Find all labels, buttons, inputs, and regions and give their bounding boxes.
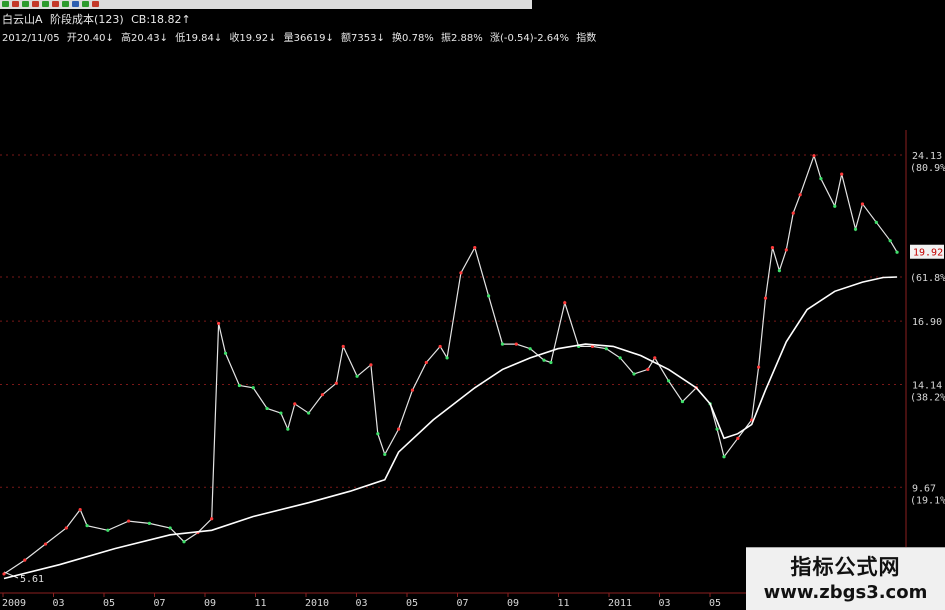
watermark-title: 指标公式网 <box>790 555 901 579</box>
close-price-point <box>542 358 546 362</box>
close-price-point <box>438 344 442 349</box>
close-price-point <box>64 526 68 530</box>
close-price-point <box>777 268 781 273</box>
close-price-point <box>279 411 283 415</box>
date-tick-label: 05 <box>406 598 418 609</box>
close-price-point <box>320 393 325 397</box>
close-price-point <box>888 239 892 243</box>
close-price-point <box>147 521 151 525</box>
close-price-point <box>473 246 477 250</box>
close-price-point <box>853 227 858 231</box>
close-price-point <box>722 455 726 459</box>
close-price-point <box>895 250 899 254</box>
date-tick-label: 2009 <box>2 598 26 609</box>
close-price-point <box>397 427 401 431</box>
close-price-point <box>85 524 89 528</box>
close-price-point <box>383 452 387 457</box>
close-price-point <box>874 220 878 224</box>
close-price-point <box>653 356 657 360</box>
date-tick-label: 03 <box>53 598 65 609</box>
close-price-point <box>798 193 802 197</box>
watermark: 指标公式网 www.zbgs3.com <box>746 547 945 610</box>
price-tick-label: 14.14 <box>912 381 942 392</box>
close-price-point <box>604 347 608 351</box>
close-price-point <box>833 204 837 208</box>
close-price-point <box>106 528 110 532</box>
close-price-point <box>334 381 338 385</box>
date-tick-label: 05 <box>709 598 721 609</box>
date-tick-label: 09 <box>204 598 216 609</box>
price-tick-label: 16.90 <box>912 317 942 328</box>
close-price-point <box>168 526 172 530</box>
close-price-point <box>2 572 6 576</box>
close-price-point <box>307 411 311 415</box>
close-price-point <box>487 294 491 298</box>
close-price-point <box>293 402 297 406</box>
date-tick-label: 09 <box>507 598 519 609</box>
close-price-point <box>127 519 131 523</box>
date-tick-label: 11 <box>255 598 267 609</box>
close-price-point <box>251 386 255 390</box>
date-tick-label: 2011 <box>608 598 632 609</box>
close-price-point <box>445 356 449 360</box>
close-price-point <box>549 360 553 365</box>
close-price-point <box>237 383 241 388</box>
close-price-point <box>784 248 788 252</box>
date-tick-label: 03 <box>659 598 671 609</box>
close-price-point <box>223 351 228 355</box>
date-tick-label: 07 <box>457 598 469 609</box>
close-price-point <box>819 177 823 181</box>
close-price-point <box>369 363 373 367</box>
close-price-point <box>632 372 636 376</box>
close-price-point <box>43 542 48 546</box>
close-price-point <box>618 356 622 360</box>
price-pct-label: (19.1%) <box>910 495 945 506</box>
close-price-point <box>715 427 719 431</box>
price-pct-label: (80.9%) <box>910 163 945 174</box>
close-price-point <box>757 365 761 369</box>
close-price-point <box>563 301 567 305</box>
close-price-point <box>812 154 816 158</box>
watermark-url: www.zbgs3.com <box>763 582 928 603</box>
close-price-point <box>736 436 740 440</box>
close-price-point <box>355 374 359 378</box>
close-price-point <box>182 540 186 544</box>
close-price-line <box>3 153 898 575</box>
close-price-point <box>341 344 345 349</box>
close-price-point <box>23 558 27 562</box>
close-price-point <box>514 342 518 346</box>
close-price-point <box>770 246 775 250</box>
close-price-point <box>646 367 650 371</box>
date-tick-label: 07 <box>154 598 166 609</box>
low-price-marker: 5.61 <box>20 574 44 585</box>
close-price-point <box>680 399 685 404</box>
price-tick-label: 24.13 <box>912 151 942 162</box>
close-price-point <box>528 347 532 351</box>
close-price-point <box>840 172 844 176</box>
close-price-point <box>210 517 214 521</box>
price-pct-label: (38.2%) <box>910 393 945 404</box>
price-pct-label: (61.8%) <box>910 273 945 284</box>
date-tick-label: 05 <box>103 598 115 609</box>
close-price-point <box>78 507 82 512</box>
close-price-point <box>791 211 795 215</box>
close-price-point <box>860 202 865 206</box>
price-tick-label: 9.67 <box>912 483 936 494</box>
close-price-point <box>667 379 671 383</box>
close-price-point <box>410 388 415 392</box>
date-tick-label: 11 <box>558 598 570 609</box>
close-price-point <box>265 406 269 411</box>
close-price-point <box>376 432 380 436</box>
price-chart[interactable]: 24.13(80.9%) 19.92 (61.8%) 16.90 14.14(38.2%… <box>0 0 945 609</box>
close-price-point <box>286 427 290 431</box>
close-price-point <box>217 321 221 326</box>
close-price-point <box>424 360 428 365</box>
close-price-point <box>500 342 505 346</box>
current-price-label: 19.92 <box>913 248 943 259</box>
date-tick-label: 03 <box>356 598 368 609</box>
close-price-point <box>459 271 463 275</box>
close-price-point <box>763 296 768 300</box>
date-tick-label: 2010 <box>305 598 329 609</box>
